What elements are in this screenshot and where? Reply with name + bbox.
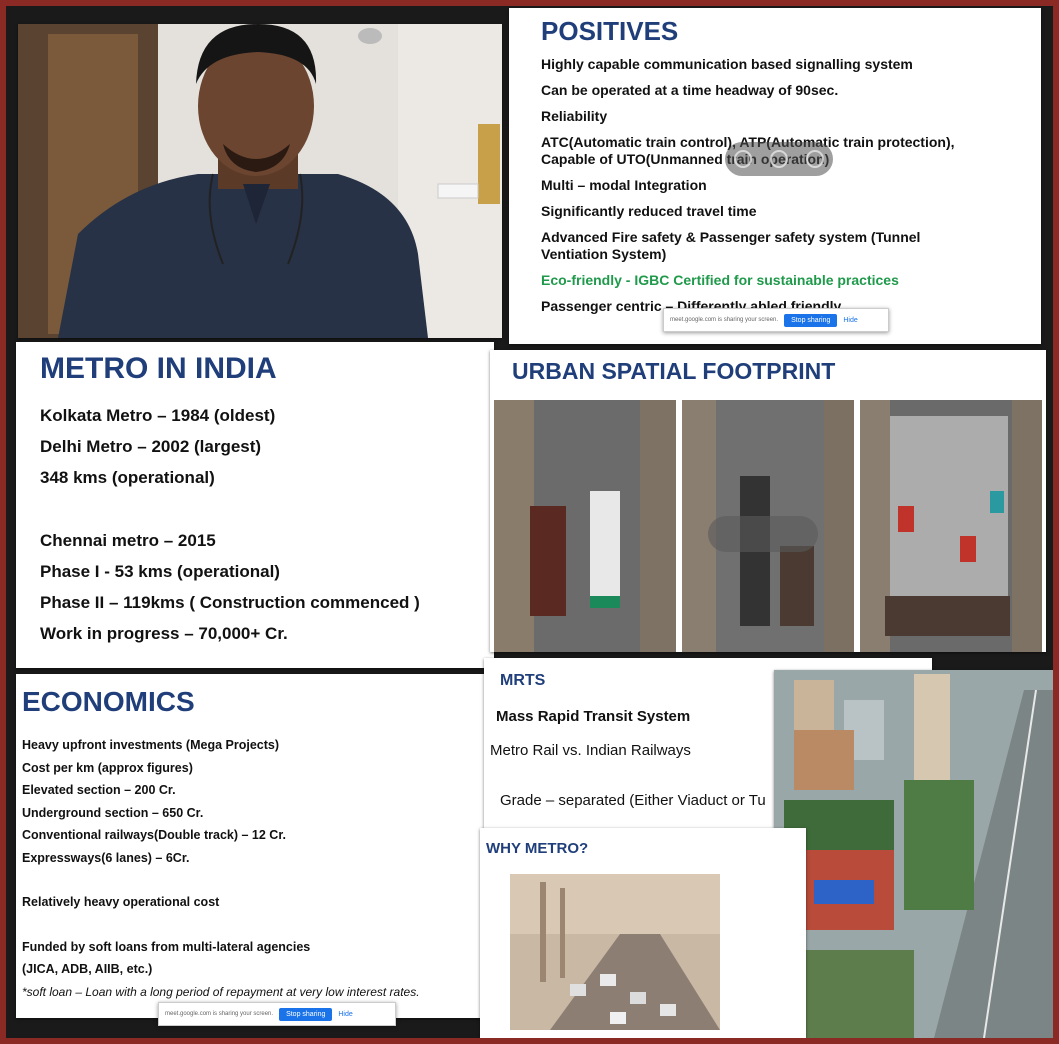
metro-india-item: 348 kms (operational) [40, 468, 215, 487]
economics-list: Heavy upfront investments (Mega Projects… [22, 734, 420, 1003]
economics-item: Conventional railways(Double track) – 12… [22, 828, 286, 842]
economics-item: Cost per km (approx figures) [22, 760, 193, 775]
city-photo-image [774, 670, 1053, 1038]
webcam-video [18, 24, 502, 338]
economics-item: Relatively heavy operational cost [22, 895, 220, 909]
urban-footprint-slide: URBAN SPATIAL FOOTPRINT [490, 350, 1046, 652]
photo-bus [494, 400, 676, 652]
positives-item-eco: Eco-friendly - IGBC Certified for sustai… [541, 272, 899, 288]
screen-share-bar: meet.google.com is sharing your screen. … [663, 308, 889, 332]
positives-title: POSITIVES [541, 16, 679, 46]
expand-icon[interactable] [770, 150, 788, 168]
city-photo [774, 670, 1053, 1038]
metro-india-item: Phase I - 53 kms (operational) [40, 562, 280, 581]
mrts-line2: Metro Rail vs. Indian Railways [490, 742, 691, 759]
stop-sharing-button[interactable]: Stop sharing [784, 313, 838, 327]
metro-india-title: METRO IN INDIA [40, 352, 277, 385]
more-icon[interactable] [806, 150, 824, 168]
pin-icon[interactable] [734, 150, 752, 168]
positives-item: Can be operated at a time headway of 90s… [541, 82, 839, 98]
economics-spacer [22, 869, 420, 891]
positives-list: Highly capable communication based signa… [541, 56, 991, 324]
positives-item: Multi – modal Integration [541, 177, 707, 193]
economics-title: ECONOMICS [22, 686, 195, 717]
metro-india-item: Chennai metro – 2015 [40, 531, 216, 550]
urban-title: URBAN SPATIAL FOOTPRINT [512, 358, 836, 384]
economics-spacer [22, 914, 420, 936]
metro-india-item: Delhi Metro – 2002 (largest) [40, 437, 262, 456]
metro-india-item: Work in progress – 70,000+ Cr. [40, 624, 288, 643]
hide-button[interactable]: Hide [338, 1011, 352, 1018]
metro-india-list: Kolkata Metro – 1984 (oldest) Delhi Metr… [40, 406, 420, 655]
webcam-image [18, 24, 502, 338]
economics-slide: ECONOMICS Heavy upfront investments (Meg… [16, 674, 486, 1018]
positives-slide: POSITIVES Highly capable communication b… [509, 8, 1041, 344]
urban-photos [494, 400, 1042, 652]
mrts-title: MRTS [500, 672, 546, 689]
metro-india-item: Kolkata Metro – 1984 (oldest) [40, 406, 276, 425]
photo-cycles [682, 400, 854, 652]
presentation-controls[interactable] [725, 142, 833, 176]
positives-item: Reliability [541, 108, 608, 124]
positives-item: Significantly reduced travel time [541, 203, 757, 219]
economics-item: Elevated section – 200 Cr. [22, 783, 176, 797]
economics-footnote: *soft loan – Loan with a long period of … [22, 984, 420, 999]
positives-item: Advanced Fire safety & Passenger safety … [541, 229, 921, 262]
why-metro-slide: WHY METRO? [480, 828, 806, 1038]
screen-share-bar-bottom: meet.google.com is sharing your screen. … [158, 1002, 396, 1026]
mrts-line1: Mass Rapid Transit System [496, 708, 691, 725]
photo-cars [860, 400, 1042, 652]
meeting-frame: POSITIVES Highly capable communication b… [6, 6, 1053, 1038]
traffic-smog-photo [510, 874, 720, 1030]
metro-india-item: Phase II – 119kms ( Construction commenc… [40, 593, 420, 612]
share-message: meet.google.com is sharing your screen. [165, 1011, 274, 1017]
economics-item: (JICA, ADB, AIIB, etc.) [22, 962, 153, 976]
economics-item: Expressways(6 lanes) – 6Cr. [22, 850, 190, 865]
economics-item: Heavy upfront investments (Mega Projects… [22, 738, 280, 752]
share-message: meet.google.com is sharing your screen. [670, 317, 779, 323]
stop-sharing-button[interactable]: Stop sharing [279, 1007, 333, 1021]
metro-india-slide: METRO IN INDIA Kolkata Metro – 1984 (old… [16, 342, 494, 668]
positives-item: Highly capable communication based signa… [541, 56, 913, 72]
economics-item: Underground section – 650 Cr. [22, 805, 204, 820]
mrts-line3: Grade – separated (Either Viaduct or Tu [500, 792, 766, 809]
hide-button[interactable]: Hide [843, 317, 857, 324]
why-metro-title: WHY METRO? [486, 840, 589, 857]
economics-item: Funded by soft loans from multi-lateral … [22, 939, 311, 954]
